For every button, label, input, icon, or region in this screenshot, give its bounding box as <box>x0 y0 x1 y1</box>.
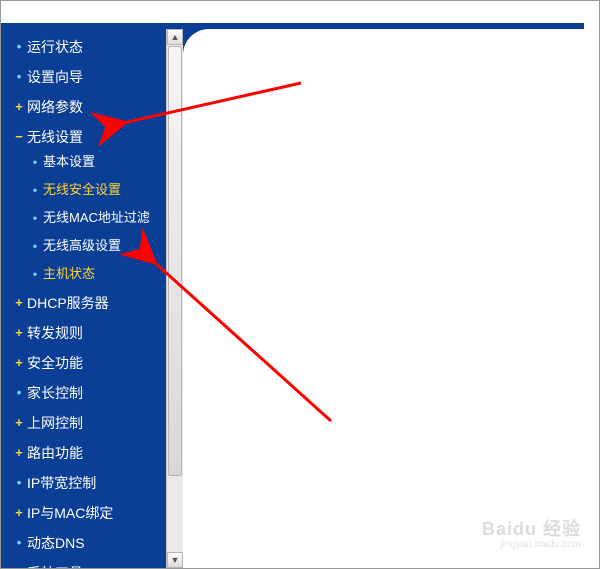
sidebar: •运行状态 •设置向导 +网络参数 −无线设置 •基本设置 •无线安全设置 •无… <box>1 29 166 568</box>
sidebar-item-network-params[interactable]: +网络参数 <box>13 97 166 117</box>
sidebar-item-label: 无线高级设置 <box>43 237 121 255</box>
sidebar-item-parental[interactable]: •家长控制 <box>13 383 166 403</box>
sidebar-item-label: 上网控制 <box>27 413 83 433</box>
sidebar-item-security[interactable]: +安全功能 <box>13 353 166 373</box>
sidebar-item-label: 网络参数 <box>27 97 83 117</box>
sidebar-item-label: IP与MAC绑定 <box>27 503 113 523</box>
sidebar-item-ip-mac[interactable]: +IP与MAC绑定 <box>13 503 166 523</box>
sidebar-subitem-host-status[interactable]: •主机状态 <box>29 265 166 283</box>
app-window: •运行状态 •设置向导 +网络参数 −无线设置 •基本设置 •无线安全设置 •无… <box>0 0 600 569</box>
sidebar-item-ip-bandwidth[interactable]: •IP带宽控制 <box>13 473 166 493</box>
sidebar-subitem-advanced[interactable]: •无线高级设置 <box>29 237 166 255</box>
top-strip <box>1 1 585 24</box>
sidebar-subitem-basic[interactable]: •基本设置 <box>29 153 166 171</box>
bullet-plus-icon: + <box>13 293 25 313</box>
sidebar-item-system-tools[interactable]: +系统工具 <box>13 563 166 568</box>
sidebar-subitem-security[interactable]: •无线安全设置 <box>29 181 166 199</box>
sidebar-item-label: 路由功能 <box>27 443 83 463</box>
bullet-dot-icon: • <box>29 181 41 199</box>
content-wrap <box>183 29 584 568</box>
sidebar-item-label: 运行状态 <box>27 37 83 57</box>
bullet-dot-icon: • <box>29 209 41 227</box>
bullet-plus-icon: + <box>13 503 25 523</box>
watermark-main: Baidu 经验 <box>482 520 581 538</box>
bullet-plus-icon: + <box>13 97 25 117</box>
sidebar-item-label: 基本设置 <box>43 153 95 171</box>
sidebar-item-wireless[interactable]: −无线设置 •基本设置 •无线安全设置 •无线MAC地址过滤 •无线高级设置 •… <box>13 127 166 283</box>
sidebar-scrollbar[interactable]: ▲ ▼ <box>166 29 184 568</box>
right-gutter <box>584 1 599 569</box>
sidebar-item-label: 无线MAC地址过滤 <box>43 209 150 227</box>
scrollbar-up-button[interactable]: ▲ <box>167 29 183 45</box>
sidebar-item-label: 转发规则 <box>27 323 83 343</box>
content-page <box>183 29 584 568</box>
sidebar-item-label: 系统工具 <box>27 563 83 568</box>
sidebar-item-dhcp[interactable]: +DHCP服务器 <box>13 293 166 313</box>
bullet-plus-icon: + <box>13 443 25 463</box>
sidebar-subitem-mac-filter[interactable]: •无线MAC地址过滤 <box>29 209 166 227</box>
sidebar-item-label: 安全功能 <box>27 353 83 373</box>
scrollbar-down-button[interactable]: ▼ <box>167 552 183 568</box>
bullet-dot-icon: • <box>29 265 41 283</box>
bullet-plus-icon: + <box>13 353 25 373</box>
bullet-minus-icon: − <box>13 127 25 147</box>
bullet-plus-icon: + <box>13 563 25 568</box>
sidebar-item-setup-wizard[interactable]: •设置向导 <box>13 67 166 87</box>
sidebar-item-ddns[interactable]: •动态DNS <box>13 533 166 553</box>
bullet-dot-icon: • <box>13 473 25 493</box>
sidebar-item-label: IP带宽控制 <box>27 473 96 493</box>
bullet-dot-icon: • <box>13 37 25 57</box>
sidebar-menu: •运行状态 •设置向导 +网络参数 −无线设置 •基本设置 •无线安全设置 •无… <box>1 29 166 568</box>
sidebar-item-routing[interactable]: +路由功能 <box>13 443 166 463</box>
bullet-plus-icon: + <box>13 413 25 433</box>
sidebar-item-label: 主机状态 <box>43 265 95 283</box>
sidebar-item-label: DHCP服务器 <box>27 293 109 313</box>
bullet-plus-icon: + <box>13 323 25 343</box>
bullet-dot-icon: • <box>13 533 25 553</box>
sidebar-item-run-status[interactable]: •运行状态 <box>13 37 166 57</box>
scrollbar-thumb[interactable] <box>168 46 182 476</box>
bullet-dot-icon: • <box>29 153 41 171</box>
sidebar-item-label: 家长控制 <box>27 383 83 403</box>
sidebar-item-internet-control[interactable]: +上网控制 <box>13 413 166 433</box>
sidebar-submenu-wireless: •基本设置 •无线安全设置 •无线MAC地址过滤 •无线高级设置 •主机状态 <box>13 153 166 283</box>
watermark-sub: jingyan.baidu.com <box>500 540 581 550</box>
bullet-dot-icon: • <box>13 383 25 403</box>
sidebar-item-forward[interactable]: +转发规则 <box>13 323 166 343</box>
sidebar-item-label: 无线设置 <box>27 127 83 147</box>
bullet-dot-icon: • <box>29 237 41 255</box>
bullet-dot-icon: • <box>13 67 25 87</box>
watermark: Baidu 经验 jingyan.baidu.com <box>482 520 581 552</box>
sidebar-item-label: 无线安全设置 <box>43 181 121 199</box>
sidebar-item-label: 设置向导 <box>27 67 83 87</box>
sidebar-item-label: 动态DNS <box>27 533 85 553</box>
